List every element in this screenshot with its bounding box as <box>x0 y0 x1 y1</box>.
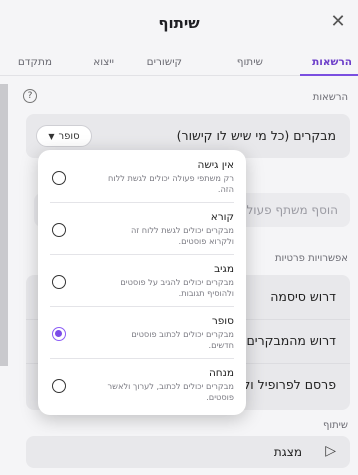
role-option-moderator[interactable]: מנחה מבקרים יכולים לכתוב, לערוך ולאשר פו… <box>38 358 246 410</box>
panel-title: שיתוף <box>158 14 200 32</box>
radio-button-selected[interactable] <box>52 327 66 341</box>
visitors-label: מבקרים (כל מי שיש לו קישור) <box>176 128 336 143</box>
role-option-commenter[interactable]: מגיב מבקרים יכולים להגיב על פוסטים ולהוס… <box>38 254 246 306</box>
sharing-section-label: שיתוף <box>322 420 348 431</box>
tab-bar: הרשאות שיתוף קישורים ייצוא מתקדם <box>0 46 358 76</box>
role-option-description: מבקרים יכולים לגשת ללוח זה ולקרוא פוסטים… <box>131 225 234 246</box>
active-tab-indicator <box>300 74 358 76</box>
role-option-title: מנחה <box>208 367 234 379</box>
require-password-row[interactable]: דרוש סיסמה <box>270 289 336 304</box>
permissions-section-label: הרשאות <box>312 92 348 103</box>
tab-links[interactable]: קישורים <box>147 56 182 68</box>
role-option-no-access[interactable]: אין גישה רק משתפי פעולה יכולים לגשת ללוח… <box>38 150 246 202</box>
tab-share[interactable]: שיתוף <box>237 56 263 68</box>
role-value: סופר <box>58 130 80 142</box>
privacy-section-label: אפשרויות פרטיות <box>274 253 348 264</box>
role-option-description: מבקרים יכולים לכתוב פוסטים חדשים. <box>131 329 234 350</box>
add-collaborator-placeholder: הוסף משתף פעולה <box>238 203 338 217</box>
role-option-description: מבקרים יכולים להגיב על פוסטים ולהוסיף תג… <box>120 277 234 298</box>
present-button[interactable]: ▷ מצגת <box>26 436 350 468</box>
tab-export[interactable]: ייצוא <box>93 56 114 68</box>
help-icon[interactable]: ? <box>23 89 37 103</box>
tab-permissions[interactable]: הרשאות <box>312 56 352 68</box>
role-dropdown-menu: אין גישה רק משתפי פעולה יכולים לגשת ללוח… <box>38 150 246 415</box>
tab-advanced[interactable]: מתקדם <box>18 56 52 68</box>
radio-button[interactable] <box>52 275 66 289</box>
role-option-title: קורא <box>210 211 234 223</box>
radio-button[interactable] <box>52 171 66 185</box>
role-option-description: מבקרים יכולים לכתוב, לערוך ולאשר פוסטים. <box>107 381 234 402</box>
role-option-writer[interactable]: סופר מבקרים יכולים לכתוב פוסטים חדשים. <box>38 306 246 358</box>
radio-button[interactable] <box>52 379 66 393</box>
role-option-title: סופר <box>211 315 234 327</box>
chevron-down-icon: ▼ <box>48 131 55 141</box>
role-option-title: מגיב <box>214 263 234 275</box>
panel-header: שיתוף ✕ <box>0 0 358 46</box>
radio-button[interactable] <box>52 223 66 237</box>
role-option-description: רק משתפי פעולה יכולים לגשת ללוח הזה. <box>107 173 234 194</box>
role-option-title: אין גישה <box>197 159 234 171</box>
play-outline-icon: ▷ <box>325 443 336 459</box>
role-select[interactable]: סופר ▼ <box>36 125 92 147</box>
close-icon[interactable]: ✕ <box>327 11 349 33</box>
scrollbar[interactable] <box>0 84 8 366</box>
present-label: מצגת <box>273 445 302 459</box>
role-option-reader[interactable]: קורא מבקרים יכולים לגשת ללוח זה ולקרוא פ… <box>38 202 246 254</box>
